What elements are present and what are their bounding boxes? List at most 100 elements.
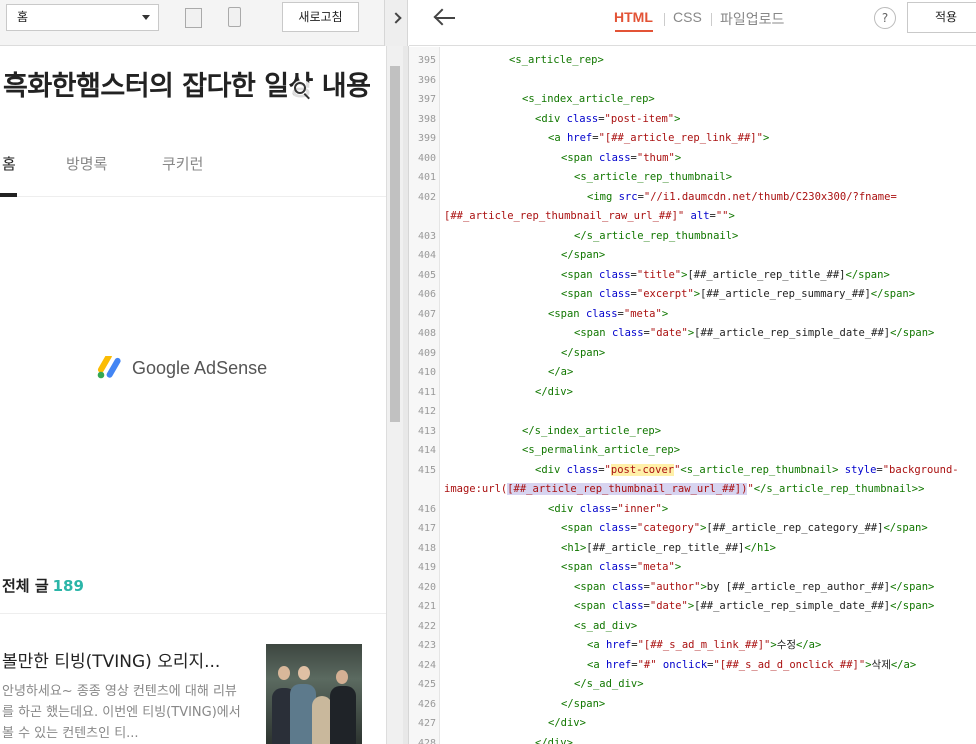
- code-token: </s_ad_div>: [574, 678, 644, 690]
- preview-scrollbar[interactable]: [386, 46, 403, 744]
- code-token: <span: [574, 600, 612, 612]
- post-title[interactable]: 볼만한 티빙(TVING) 오리지...: [2, 647, 252, 672]
- code-line[interactable]: <a href="[##_s_ad_m_link_##]">수정</a>: [587, 636, 821, 656]
- code-line[interactable]: <div class="post-cover"<s_article_rep_th…: [535, 461, 959, 481]
- code-line[interactable]: <span class="excerpt">[##_article_rep_su…: [561, 285, 915, 305]
- code-token: </span>: [890, 327, 935, 339]
- mobile-view-icon[interactable]: [228, 7, 241, 27]
- code-line[interactable]: </span>: [561, 695, 605, 715]
- code-editor[interactable]: 395 396 397 398 399 400 401 402 403 404 405 406 407 4…: [409, 47, 976, 744]
- code-line[interactable]: <span class="thum">: [561, 149, 681, 169]
- code-line[interactable]: </span>: [561, 246, 605, 266]
- code-token: <div: [548, 502, 580, 515]
- code-token: [##_article_rep_thumbnail_raw_url_##]): [507, 483, 748, 495]
- code-line[interactable]: <s_article_rep_thumbnail>: [574, 168, 732, 188]
- search-icon[interactable]: [292, 80, 312, 100]
- code-line[interactable]: </s_index_article_rep>: [522, 422, 661, 442]
- code-token: <span: [548, 307, 586, 320]
- code-token: href: [605, 639, 632, 651]
- refresh-button[interactable]: 새로고침: [282, 2, 359, 32]
- code-token: class: [598, 268, 631, 281]
- back-arrow-icon[interactable]: [433, 6, 457, 30]
- line-number: 406: [417, 289, 436, 300]
- code-line[interactable]: <div class="inner">: [548, 500, 668, 520]
- code-token: </span>: [890, 580, 935, 593]
- code-line[interactable]: <span class="author">by [##_article_rep_…: [574, 578, 934, 598]
- code-line[interactable]: <h1>[##_article_rep_title_##]</h1>: [561, 539, 776, 559]
- code-token: src: [618, 190, 638, 203]
- scrollbar-thumb[interactable]: [390, 66, 400, 422]
- code-line[interactable]: [##_article_rep_thumbnail_raw_url_##]" a…: [444, 207, 735, 227]
- google-ads-logo-icon: [97, 356, 121, 379]
- code-line[interactable]: <a href="#" onclick="[##_s_ad_d_onclick_…: [587, 656, 916, 676]
- nav-item-guestbook[interactable]: 방명록: [66, 153, 107, 174]
- line-number: 412: [417, 406, 436, 417]
- code-line[interactable]: </s_ad_div>: [574, 675, 644, 695]
- post-excerpt[interactable]: 안녕하세요~ 종종 영상 컨텐츠에 대해 리뷰를 하곤 했는데요. 이번엔 티빙…: [2, 681, 247, 744]
- code-token: "inner": [617, 502, 662, 515]
- code-line[interactable]: </a>: [548, 363, 573, 383]
- code-token: </a>: [548, 366, 574, 378]
- line-number: 418: [417, 542, 436, 554]
- code-line[interactable]: <s_index_article_rep>: [522, 90, 655, 110]
- line-number: 428: [417, 737, 436, 744]
- code-line[interactable]: <a href="[##_article_rep_link_##]">: [548, 129, 769, 149]
- code-token: [##_article_rep_category_##]: [706, 522, 884, 534]
- code-token: "meta": [623, 307, 662, 320]
- code-line[interactable]: <span class="meta">: [548, 305, 668, 325]
- code-line[interactable]: <s_ad_div>: [574, 617, 637, 637]
- apply-button[interactable]: 적용: [907, 2, 976, 33]
- code-token: <div: [535, 112, 567, 125]
- code-line[interactable]: <span class="date">[##_article_rep_simpl…: [574, 324, 934, 344]
- code-token: onclick: [662, 658, 708, 671]
- line-number: 416: [417, 503, 436, 515]
- line-number: 400: [417, 152, 436, 164]
- code-token: </a>: [796, 639, 822, 651]
- code-line[interactable]: <span class="category">[##_article_rep_c…: [561, 519, 928, 539]
- code-line[interactable]: <div class="post-item">: [535, 110, 680, 130]
- line-number: 417: [417, 523, 436, 534]
- blog-nav: 홈 방명록 쿠키런: [0, 153, 386, 197]
- code-line[interactable]: <span class="meta">: [561, 558, 681, 578]
- code-token: "meta": [636, 561, 675, 573]
- post-count-label: 전체 글: [2, 577, 49, 595]
- tab-file-upload[interactable]: 파일업로드: [720, 9, 784, 29]
- code-line[interactable]: </div>: [535, 383, 573, 403]
- page-select[interactable]: 홈: [6, 4, 159, 31]
- pc-view-icon[interactable]: [185, 8, 202, 28]
- code-token: >: [661, 502, 669, 515]
- post-thumbnail[interactable]: [266, 644, 362, 744]
- code-token: </s_article_rep_thumbnail>: [574, 229, 739, 242]
- code-line[interactable]: <s_article_rep>: [509, 51, 604, 71]
- code-token: post-cover: [610, 463, 675, 476]
- code-line[interactable]: <s_permalink_article_rep>: [522, 441, 680, 461]
- code-line[interactable]: <span class="title">[##_article_rep_titl…: [561, 266, 890, 286]
- code-line[interactable]: </div>: [535, 734, 573, 744]
- code-token: 수정: [776, 639, 797, 651]
- code-token: >: [674, 561, 682, 573]
- code-line[interactable]: </div>: [548, 714, 586, 734]
- nav-item-cookierun[interactable]: 쿠키런: [162, 153, 203, 174]
- collapse-preview-button[interactable]: [384, 0, 408, 46]
- code-token: </span>: [890, 600, 935, 612]
- tab-separator: [664, 13, 665, 26]
- code-token: "[##_s_ad_d_onclick_##]": [713, 658, 866, 671]
- code-token: >: [674, 112, 681, 125]
- code-line[interactable]: <span class="date">[##_article_rep_simpl…: [574, 597, 934, 617]
- code-line[interactable]: <img src="//i1.daumcdn.net/thumb/C230x30…: [587, 188, 897, 208]
- code-line[interactable]: image:url([##_article_rep_thumbnail_raw_…: [444, 480, 924, 500]
- code-token: class: [598, 522, 631, 534]
- post-count[interactable]: 전체 글 189: [2, 575, 84, 596]
- tab-css[interactable]: CSS: [673, 9, 702, 25]
- help-button[interactable]: ?: [874, 7, 896, 29]
- code-line[interactable]: </s_article_rep_thumbnail>: [574, 227, 738, 247]
- code-token: </h1>: [744, 541, 776, 554]
- blog-title[interactable]: 흑화한햄스터의 잡다한 일상 내용: [3, 71, 373, 103]
- tab-html[interactable]: HTML: [614, 9, 653, 25]
- line-number: 407: [417, 308, 436, 320]
- line-number: 424: [417, 659, 436, 671]
- nav-item-home[interactable]: 홈: [2, 153, 16, 174]
- code-token: </span>: [845, 268, 890, 281]
- code-token: class: [566, 463, 599, 476]
- code-line[interactable]: </span>: [561, 344, 605, 364]
